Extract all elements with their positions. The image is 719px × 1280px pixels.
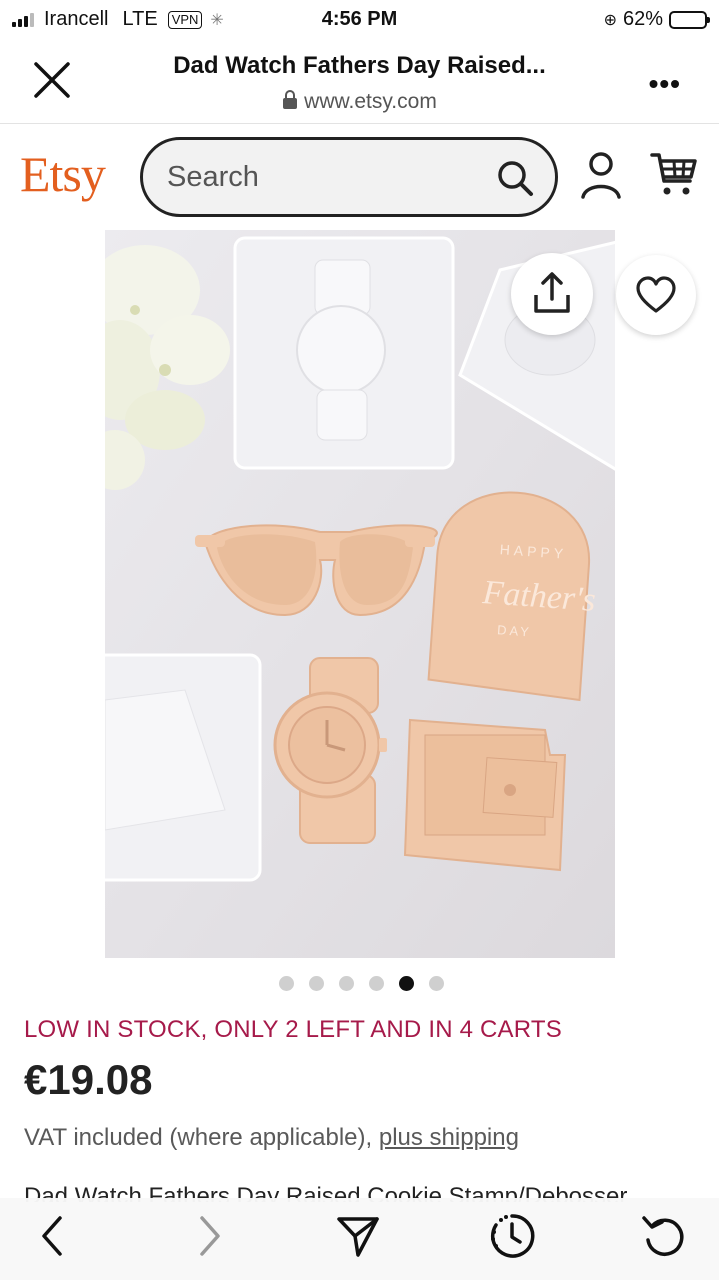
carousel-dot[interactable] [278,976,294,991]
price: €19.08 [24,1056,153,1103]
battery-percent: 62% [622,8,663,30]
history-button[interactable] [488,1212,536,1260]
carousel-dot[interactable] [308,976,324,991]
carousel-dot[interactable] [368,976,384,991]
carousel-dot[interactable] [398,976,414,991]
search-box[interactable] [140,137,558,217]
back-icon [42,1216,62,1256]
stamp-text-day: DAY [497,622,533,639]
etsy-logo[interactable]: Etsy [20,145,106,203]
search-input[interactable] [167,140,487,214]
carousel-dot[interactable] [428,976,444,991]
account-icon[interactable] [580,151,622,199]
wallet-stamp [403,718,567,872]
product-photo: HAPPY Father's DAY [105,230,615,958]
padlock-icon [283,90,298,109]
browser-header: Dad Watch Fathers Day Raised... www.etsy… [0,40,719,124]
favorite-button[interactable] [616,255,696,335]
rotation-lock-icon: ⊕ [603,11,617,29]
share-button[interactable] [511,253,593,335]
more-options-button[interactable]: ••• [649,68,681,100]
forward-button[interactable] [184,1212,232,1260]
fathers-day-stamp: HAPPY Father's DAY [427,491,597,702]
send-button[interactable] [334,1212,382,1260]
forward-icon [200,1216,220,1256]
back-button[interactable] [30,1212,78,1260]
carousel-dot[interactable] [338,976,354,991]
reload-button[interactable] [640,1212,688,1260]
vat-text: VAT included (where applicable), [24,1124,379,1151]
search-icon[interactable] [495,158,535,198]
vat-line: VAT included (where applicable), plus sh… [24,1124,519,1152]
send-icon [337,1217,379,1257]
reload-icon [642,1216,684,1256]
battery-icon [669,10,710,29]
browser-toolbar [0,1198,719,1280]
status-right: ⊕ 62% [603,8,710,31]
etsy-header: Etsy [0,125,719,230]
stock-notice: LOW IN STOCK, ONLY 2 LEFT AND IN 4 CARTS [24,1016,562,1043]
carousel-dots[interactable] [0,976,719,991]
heart-icon [636,276,676,313]
page-title: Dad Watch Fathers Day Raised... [173,52,546,79]
status-bar: Irancell LTE VPN ✳ 4:56 PM ⊕ 62% [0,0,719,40]
page-url[interactable]: www.etsy.com [0,90,719,114]
cart-icon[interactable] [650,151,698,197]
share-icon [534,272,570,313]
history-icon [490,1214,535,1258]
url-text: www.etsy.com [304,90,437,113]
product-image[interactable]: HAPPY Father's DAY [105,230,615,958]
shipping-link[interactable]: plus shipping [379,1124,519,1151]
